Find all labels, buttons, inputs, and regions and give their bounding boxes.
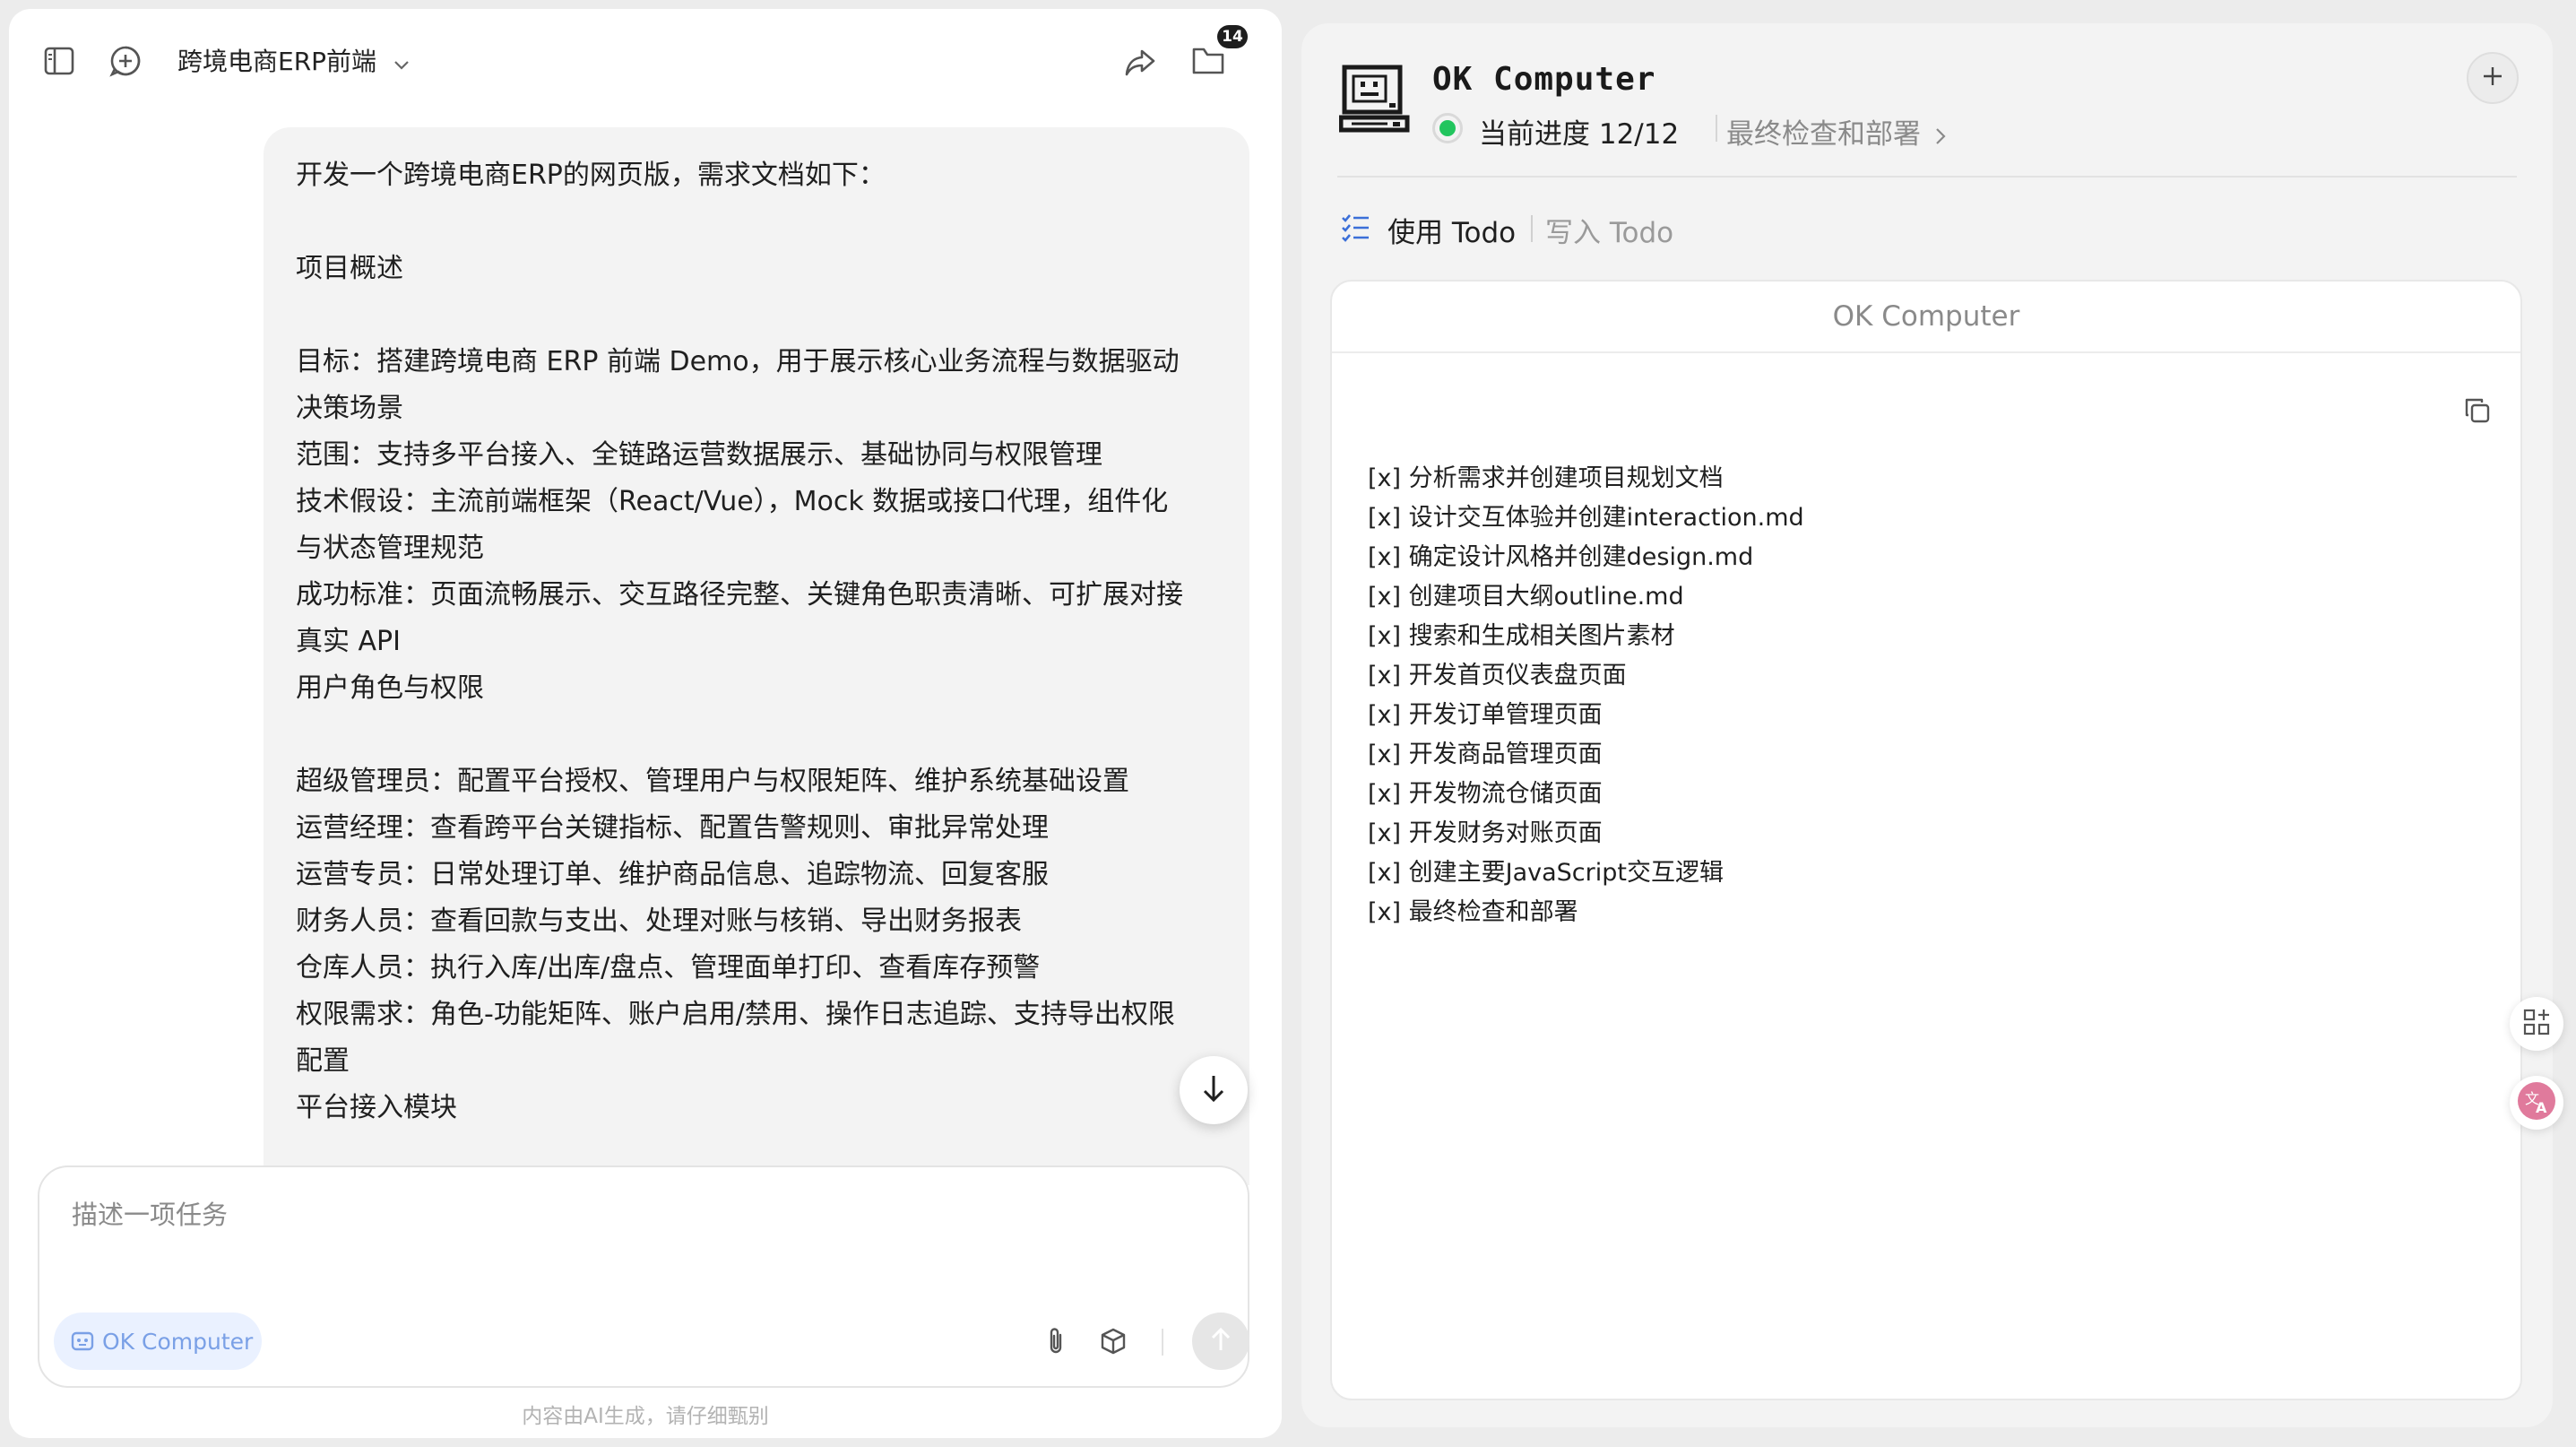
todo-item: [x] 开发首页仪表盘页面 xyxy=(1368,662,1627,689)
arrow-up-icon xyxy=(1210,1326,1232,1356)
message-line: 开发一个跨境电商ERP的网页版，需求文档如下： xyxy=(296,160,886,191)
progress-separator xyxy=(1716,115,1717,142)
todo-list-icon xyxy=(1337,210,1373,246)
todo-card-title: OK Computer xyxy=(1332,282,2520,353)
scroll-to-bottom-button[interactable] xyxy=(1180,1056,1248,1124)
tab-write-todo[interactable]: 写入 Todo xyxy=(1545,210,1673,250)
attachment-icon[interactable] xyxy=(1040,1325,1072,1357)
robot-icon xyxy=(70,1329,95,1354)
plus-icon xyxy=(2482,65,2503,91)
message-line: 范围：支持多平台接入、全链路运营数据展示、基础协同与权限管理 xyxy=(296,439,1102,471)
message-line: 用户角色与权限 xyxy=(296,672,484,704)
todo-item: [x] 搜索和生成相关图片素材 xyxy=(1368,622,1675,650)
task-input-placeholder: 描述一项任务 xyxy=(72,1200,229,1230)
task-input[interactable]: 描述一项任务 OK Computer xyxy=(38,1165,1249,1388)
ok-computer-mode-chip[interactable]: OK Computer xyxy=(54,1313,262,1370)
files-count-badge: 14 xyxy=(1217,25,1248,48)
current-step-label: 最终检查和部署 xyxy=(1726,118,1921,151)
message-line: 决策场景 xyxy=(296,393,403,424)
project-title[interactable]: 跨境电商ERP前端 xyxy=(177,45,410,80)
expand-button[interactable] xyxy=(2467,52,2519,104)
files-folder-icon[interactable] xyxy=(1189,41,1228,81)
todo-item: [x] 开发订单管理页面 xyxy=(1368,701,1603,729)
tab-use-todo[interactable]: 使用 Todo xyxy=(1387,210,1516,250)
user-message-bubble: 开发一个跨境电商ERP的网页版，需求文档如下： 项目概述 目标：搭建跨境电商 E… xyxy=(264,127,1249,1185)
message-line: 技术假设：主流前端框架（React/Vue），Mock 数据或接口代理，组件化 xyxy=(296,486,1169,517)
project-title-label: 跨境电商ERP前端 xyxy=(177,47,377,76)
message-line: 运营经理：查看跨平台关键指标、配置告警规则、审批异常处理 xyxy=(296,812,1049,844)
chat-panel: 跨境电商ERP前端 14 开发一个跨境电商ERP的网页版，需求文档如下： 项目概… xyxy=(9,9,1282,1438)
panel-title: OK Computer xyxy=(1432,61,1656,98)
progress-text: 当前进度 12/12 xyxy=(1479,118,1680,151)
message-line: 与状态管理规范 xyxy=(296,533,484,564)
apps-grid-button[interactable] xyxy=(2510,997,2563,1051)
sidebar-toggle-icon[interactable] xyxy=(41,43,77,79)
todo-item: [x] 创建主要JavaScript交互逻辑 xyxy=(1368,859,1724,887)
chevron-right-icon xyxy=(1935,120,1946,152)
computer-logo-icon xyxy=(1337,63,1413,138)
computer-panel: OK Computer 当前进度 12/12 最终检查和部署 使用 Todo 写… xyxy=(1301,23,2553,1427)
mode-chip-label: OK Computer xyxy=(102,1328,254,1355)
translate-button[interactable]: 文A xyxy=(2510,1076,2563,1130)
message-line: 真实 API xyxy=(296,626,401,657)
tab-separator xyxy=(1531,215,1533,242)
composer-divider xyxy=(1162,1329,1163,1356)
todo-item: [x] 开发商品管理页面 xyxy=(1368,741,1603,768)
message-line: 权限需求：角色-功能矩阵、账户启用/禁用、操作日志追踪、支持导出权限 xyxy=(296,999,1175,1030)
cube-icon[interactable] xyxy=(1097,1325,1129,1357)
current-step-link[interactable]: 最终检查和部署 xyxy=(1726,111,1946,152)
todo-card: OK Computer [x] 分析需求并创建项目规划文档 [x] 设计交互体验… xyxy=(1330,280,2522,1400)
message-line: 平台接入模块 xyxy=(296,1092,457,1123)
message-line: 财务人员：查看回款与支出、处理对账与核销、导出财务报表 xyxy=(296,905,1022,937)
status-dot-icon xyxy=(1432,113,1463,143)
todo-item: [x] 开发财务对账页面 xyxy=(1368,819,1603,847)
todo-item: [x] 开发物流仓储页面 xyxy=(1368,780,1603,808)
message-line: 仓库人员：执行入库/出库/盘点、管理面单打印、查看库存预警 xyxy=(296,952,1041,983)
apps-grid-icon xyxy=(2522,1008,2551,1040)
message-line: 项目概述 xyxy=(296,253,403,284)
new-chat-icon[interactable] xyxy=(108,43,143,79)
share-icon[interactable] xyxy=(1120,43,1160,82)
arrow-down-icon xyxy=(1201,1073,1226,1107)
todo-item: [x] 最终检查和部署 xyxy=(1368,898,1578,926)
todo-item: [x] 分析需求并创建项目规划文档 xyxy=(1368,464,1724,492)
message-line: 运营专员：日常处理订单、维护商品信息、追踪物流、回复客服 xyxy=(296,859,1049,890)
message-line: 成功标准：页面流畅展示、交互路径完整、关键角色职责清晰、可扩展对接 xyxy=(296,579,1183,611)
translate-icon: 文A xyxy=(2516,1080,2557,1125)
message-line: 配置 xyxy=(296,1045,350,1077)
todo-item: [x] 确定设计风格并创建design.md xyxy=(1368,543,1754,571)
chevron-down-icon xyxy=(393,46,410,80)
todo-item: [x] 创建项目大纲outline.md xyxy=(1368,583,1684,611)
ai-disclaimer: 内容由AI生成，请仔细甄别 xyxy=(522,1405,769,1428)
message-line: 目标：搭建跨境电商 ERP 前端 Demo，用于展示核心业务流程与数据驱动 xyxy=(296,346,1180,377)
send-button[interactable] xyxy=(1192,1313,1249,1370)
panel-divider xyxy=(1337,176,2517,178)
todo-item: [x] 设计交互体验并创建interaction.md xyxy=(1368,504,1804,532)
svg-text:A: A xyxy=(2536,1099,2547,1116)
message-line: 超级管理员：配置平台授权、管理用户与权限矩阵、维护系统基础设置 xyxy=(296,766,1129,797)
copy-icon[interactable] xyxy=(2459,393,2495,429)
